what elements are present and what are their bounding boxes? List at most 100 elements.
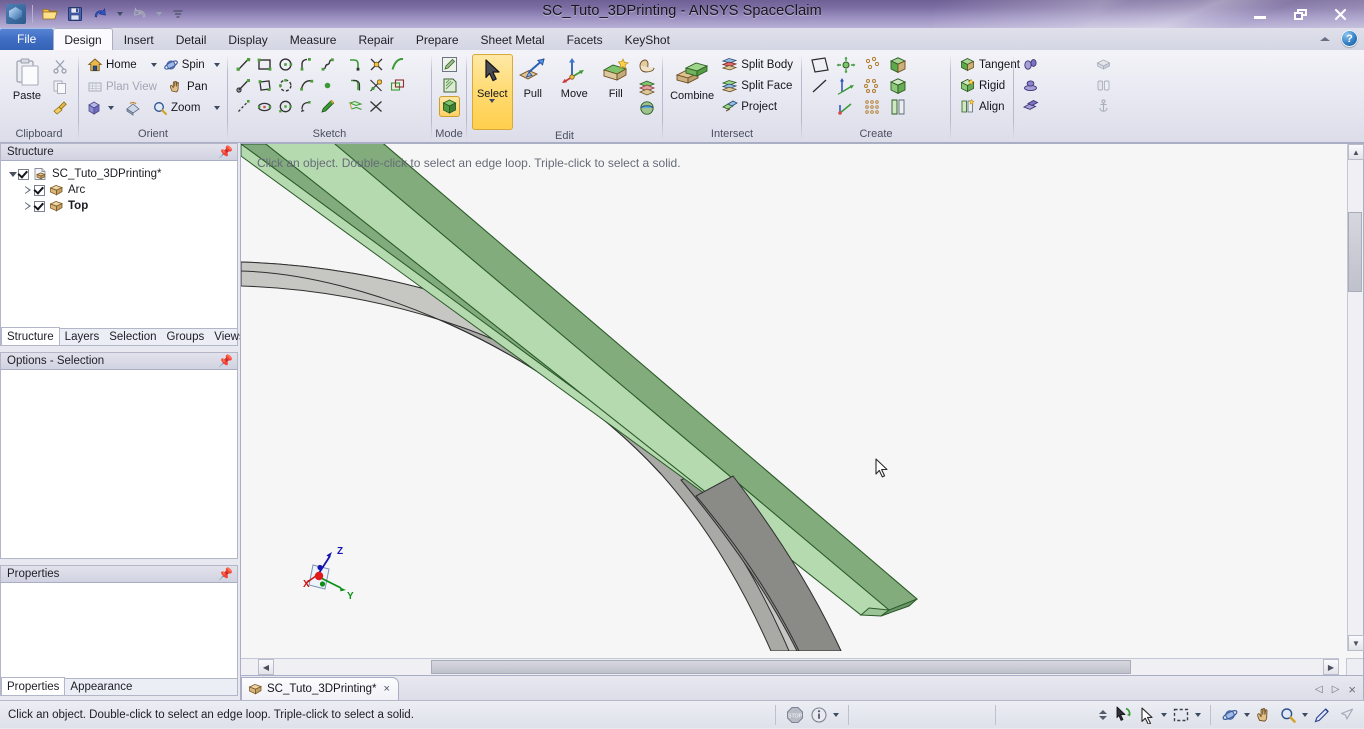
- document-tab-close-icon[interactable]: ×: [384, 683, 390, 695]
- tab-display[interactable]: Display: [217, 29, 278, 50]
- tab-measure[interactable]: Measure: [279, 29, 348, 50]
- tab-next-icon[interactable]: ▷: [1332, 684, 1340, 695]
- mirror-button[interactable]: Align: [956, 96, 1023, 117]
- trim-icon[interactable]: [366, 96, 387, 117]
- rectangle-icon[interactable]: [254, 54, 275, 75]
- spline-icon[interactable]: [317, 54, 338, 75]
- scroll-up-arrow[interactable]: ▲: [1348, 144, 1364, 160]
- gear-button[interactable]: [1092, 75, 1154, 96]
- paint-brush-icon[interactable]: [49, 97, 70, 118]
- document-tab[interactable]: SC_Tuto_3DPrinting* ×: [241, 677, 399, 700]
- spin-dropdown-caret[interactable]: [212, 54, 223, 76]
- tab-repair[interactable]: Repair: [347, 29, 404, 50]
- select-arrow-caret[interactable]: [1159, 704, 1169, 726]
- structure-pin-icon[interactable]: 📌: [218, 146, 233, 158]
- three-point-arc-icon[interactable]: [296, 75, 317, 96]
- combine-button[interactable]: Combine: [668, 56, 716, 102]
- help-icon[interactable]: ?: [1341, 30, 1358, 47]
- rigid-button[interactable]: [1092, 54, 1154, 75]
- pen-icon[interactable]: [1310, 704, 1334, 726]
- sweep-arc-icon[interactable]: [296, 96, 317, 117]
- view-cube-icon[interactable]: [84, 98, 105, 119]
- panel-tab-layers[interactable]: Layers: [60, 329, 105, 345]
- close-button[interactable]: [1320, 3, 1360, 25]
- section-mode-icon[interactable]: [439, 75, 460, 96]
- home-dropdown-caret[interactable]: [149, 54, 160, 76]
- tab-prev-icon[interactable]: ◁: [1315, 684, 1323, 695]
- sketch-circle-icon[interactable]: [275, 75, 296, 96]
- copy-icon[interactable]: [49, 76, 70, 97]
- sketch-fillet-icon[interactable]: [345, 54, 366, 75]
- scroll-left-arrow[interactable]: ◀: [258, 659, 274, 675]
- tab-file[interactable]: File: [0, 28, 53, 50]
- line-icon[interactable]: [233, 54, 254, 75]
- viewport-vertical-scrollbar[interactable]: ▲ ▼: [1347, 144, 1363, 651]
- axis-create-icon[interactable]: [833, 96, 859, 117]
- properties-panel-body[interactable]: [0, 583, 238, 679]
- select-dropdown-caret[interactable]: [489, 103, 495, 115]
- root-visibility-checkbox[interactable]: [18, 169, 29, 180]
- blend-icon[interactable]: [636, 55, 657, 76]
- tab-sheet-metal[interactable]: Sheet Metal: [470, 29, 556, 50]
- edit-sketch-pencil-icon[interactable]: [317, 96, 338, 117]
- home-button[interactable]: Home: [84, 55, 149, 76]
- scroll-right-arrow[interactable]: ▶: [1323, 659, 1339, 675]
- shell-edit-icon[interactable]: [636, 97, 657, 118]
- viewport[interactable]: Click an object. Double-click to select …: [240, 143, 1364, 676]
- zoom-caret[interactable]: [1300, 704, 1310, 726]
- pan-hand-icon[interactable]: [1252, 704, 1276, 726]
- orient-button[interactable]: [1019, 96, 1092, 117]
- spin-icon[interactable]: [1218, 704, 1242, 726]
- offset-sketch-icon[interactable]: [345, 96, 366, 117]
- select-button[interactable]: Select: [472, 54, 513, 130]
- offset-button[interactable]: Rigid: [956, 75, 1023, 96]
- spin-button[interactable]: Spin: [160, 55, 212, 76]
- tree-node-arc[interactable]: Arc: [1, 182, 237, 198]
- tree-node-top[interactable]: Top: [1, 198, 237, 214]
- previous-view-icon[interactable]: [122, 98, 143, 119]
- status-options-caret[interactable]: [831, 704, 841, 726]
- move-button[interactable]: Move: [553, 54, 595, 100]
- arrow-outline-icon[interactable]: [1334, 704, 1358, 726]
- offset-curve-icon[interactable]: [345, 75, 366, 96]
- viewport-horizontal-scrollbar[interactable]: ◀ ▶: [241, 658, 1339, 675]
- panel-tab-appearance[interactable]: Appearance: [65, 679, 137, 695]
- arc-visibility-checkbox[interactable]: [34, 185, 45, 196]
- pan-button[interactable]: Pan: [165, 76, 219, 97]
- project-to-sketch-icon[interactable]: [387, 75, 408, 96]
- coordinate-system-icon[interactable]: [833, 75, 859, 96]
- tangent-button[interactable]: [1019, 54, 1092, 75]
- origin-icon[interactable]: [833, 54, 859, 75]
- project-button[interactable]: Project: [718, 96, 796, 117]
- fill-button[interactable]: Fill: [595, 54, 636, 100]
- zoom-magnifier-icon[interactable]: [1276, 704, 1300, 726]
- panel-tab-groups[interactable]: Groups: [162, 329, 210, 345]
- spinner-stepper[interactable]: [1099, 710, 1111, 720]
- offset-create-icon[interactable]: [885, 75, 911, 96]
- horizontal-scroll-thumb[interactable]: [431, 660, 1131, 674]
- three-d-mode-icon[interactable]: [439, 96, 460, 117]
- zoom-dropdown-caret[interactable]: [211, 97, 222, 119]
- tab-insert[interactable]: Insert: [113, 29, 165, 50]
- select-arrow-icon[interactable]: [1135, 704, 1159, 726]
- info-icon[interactable]: [807, 704, 831, 726]
- minimize-button[interactable]: [1240, 3, 1280, 25]
- point-pattern-small-icon[interactable]: [859, 54, 885, 75]
- tab-close-icon[interactable]: ×: [1348, 682, 1356, 697]
- circle-icon[interactable]: [275, 54, 296, 75]
- plan-view-button[interactable]: Plan View: [84, 76, 165, 97]
- cut-icon[interactable]: [49, 55, 70, 76]
- minimize-ribbon-icon[interactable]: [1318, 32, 1332, 46]
- point-pattern-large-icon[interactable]: [859, 96, 885, 117]
- split-icon[interactable]: [366, 75, 387, 96]
- top-visibility-checkbox[interactable]: [34, 201, 45, 212]
- rotate-select-icon[interactable]: [1111, 704, 1135, 726]
- trim-away-icon[interactable]: [366, 54, 387, 75]
- reference-line-icon[interactable]: [233, 96, 254, 117]
- stop-icon[interactable]: STOP: [783, 704, 807, 726]
- panel-tab-properties[interactable]: Properties: [1, 677, 65, 695]
- mirror-create-icon[interactable]: [885, 96, 911, 117]
- panel-tab-structure[interactable]: Structure: [1, 327, 60, 345]
- options-pin-icon[interactable]: 📌: [218, 355, 233, 367]
- maximize-button[interactable]: [1280, 3, 1320, 25]
